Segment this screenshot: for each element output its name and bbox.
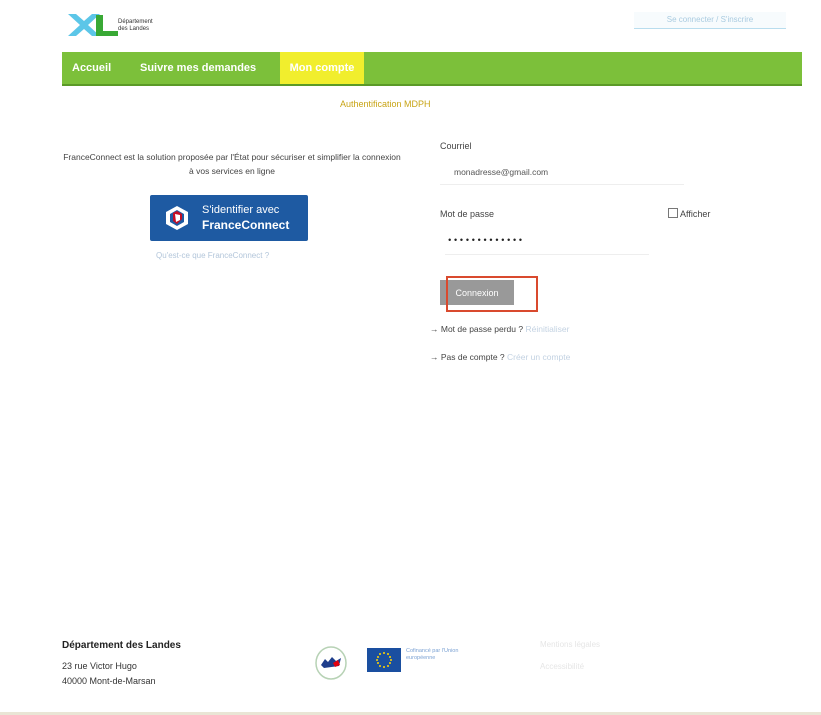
forgot-password-link[interactable]: Réinitialiser xyxy=(525,324,569,334)
forgot-password-text: → Mot de passe perdu ? xyxy=(430,324,524,334)
franceconnect-button-line1: S'identifier avec xyxy=(202,204,280,216)
eu-cofunding-text: Cofinancé par l'Union européenne xyxy=(406,648,459,661)
republique-francaise-logo-icon xyxy=(315,646,347,680)
franceconnect-info-link[interactable]: Qu'est-ce que FranceConnect ? xyxy=(156,251,269,260)
signup-link[interactable]: Créer un compte xyxy=(507,352,570,362)
signup-text: → Pas de compte ? xyxy=(430,352,505,362)
show-password-label: Afficher xyxy=(680,209,711,219)
eu-flag-icon xyxy=(367,648,401,672)
footer-city: 40000 Mont-de-Marsan xyxy=(62,676,156,686)
footer-org-name: Département des Landes xyxy=(62,640,181,651)
email-input[interactable] xyxy=(440,160,684,185)
login-highlight-box xyxy=(446,276,538,312)
auth-notice: Authentification MDPH xyxy=(340,99,431,109)
signup-row: → Pas de compte ? Créer un compte xyxy=(430,352,570,362)
forgot-password-row: → Mot de passe perdu ? Réinitialiser xyxy=(430,324,569,334)
nav-item-track-requests[interactable]: Suivre mes demandes xyxy=(140,52,256,84)
franceconnect-description: FranceConnect est la solution proposée p… xyxy=(63,152,401,176)
show-password-checkbox[interactable]: Afficher xyxy=(668,208,710,219)
main-nav: Accueil Suivre mes demandes Mon compte xyxy=(62,52,802,86)
franceconnect-button[interactable]: S'identifier avec FranceConnect xyxy=(150,195,308,241)
franceconnect-logo-icon xyxy=(166,206,188,230)
footer-link-accessibility[interactable]: Accessibilité xyxy=(540,662,584,671)
password-input[interactable] xyxy=(445,228,649,255)
email-label: Courriel xyxy=(440,141,472,151)
franceconnect-button-line2: FranceConnect xyxy=(202,218,290,232)
footer-link-legal[interactable]: Mentions légales xyxy=(540,640,600,649)
xl-logo-icon xyxy=(68,14,118,36)
footer-street: 23 rue Victor Hugo xyxy=(62,661,137,671)
nav-item-home[interactable]: Accueil xyxy=(72,52,111,84)
checkbox-icon[interactable] xyxy=(668,208,678,218)
landes-logo[interactable]: Département des Landes xyxy=(66,12,176,40)
top-account-link[interactable]: Se connecter / S'inscrire xyxy=(634,12,786,29)
nav-item-my-account[interactable]: Mon compte xyxy=(280,52,364,84)
org-name: Département des Landes xyxy=(118,19,153,32)
password-label: Mot de passe xyxy=(440,209,495,219)
